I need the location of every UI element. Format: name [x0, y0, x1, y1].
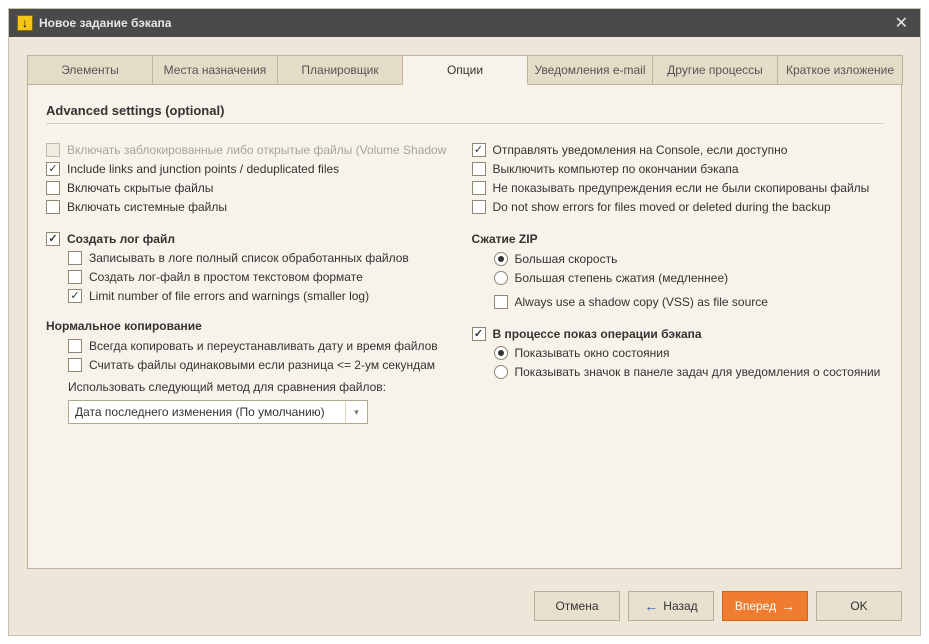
checkbox-log-full[interactable] [68, 251, 82, 265]
zip-vss-row[interactable]: Always use a shadow copy (VSS) as file s… [494, 295, 884, 309]
progress-window-row[interactable]: Показывать окно состояния [494, 346, 884, 360]
radio-zip-fast[interactable] [494, 252, 508, 266]
norm-2sec-row[interactable]: Считать файлы одинаковыми если разница <… [68, 358, 458, 372]
norm-head: Нормальное копирование [46, 319, 458, 333]
cancel-button[interactable]: Отмена [534, 591, 620, 621]
zip-head: Сжатие ZIP [472, 232, 884, 246]
opt-shutdown-row[interactable]: Выключить компьютер по окончании бэкапа [472, 162, 884, 176]
progress-head-row[interactable]: В процессе показ операции бэкапа [472, 327, 884, 341]
tab-processes[interactable]: Другие процессы [652, 55, 778, 85]
checkbox-hidden[interactable] [46, 181, 60, 195]
label-zip-fast: Большая скорость [515, 252, 618, 266]
ok-button[interactable]: OK [816, 591, 902, 621]
footer-buttons: Отмена Назад Вперед OK [9, 579, 920, 635]
checkbox-log[interactable] [46, 232, 60, 246]
section-title: Advanced settings (optional) [46, 103, 883, 124]
titlebar: ↓ Новое задание бэкапа ✕ [9, 9, 920, 37]
checkbox-links[interactable] [46, 162, 60, 176]
checkbox-norm-date[interactable] [68, 339, 82, 353]
label-blocked: Включать заблокированные либо открытые ф… [67, 143, 446, 157]
zip-small-row[interactable]: Большая степень сжатия (медленнее) [494, 271, 884, 285]
compare-method-value: Дата последнего изменения (По умолчанию) [75, 405, 325, 419]
log-head-row[interactable]: Создать лог файл [46, 232, 458, 246]
tab-summary[interactable]: Краткое изложение [777, 55, 903, 85]
compare-method-select[interactable]: Дата последнего изменения (По умолчанию)… [68, 400, 368, 424]
opt-links-row[interactable]: Include links and junction points / dedu… [46, 162, 458, 176]
window-title: Новое задание бэкапа [39, 16, 171, 30]
opt-hidden-row[interactable]: Включать скрытые файлы [46, 181, 458, 195]
checkbox-zip-vss[interactable] [494, 295, 508, 309]
norm-date-row[interactable]: Всегда копировать и переустанавливать да… [68, 339, 458, 353]
label-norm-2sec: Считать файлы одинаковыми если разница <… [89, 358, 435, 372]
label-log-head: Создать лог файл [67, 232, 175, 246]
dialog-window: ↓ Новое задание бэкапа ✕ Элементы Места … [8, 8, 921, 636]
label-console: Отправлять уведомления на Console, если … [493, 143, 788, 157]
checkbox-progress[interactable] [472, 327, 486, 341]
checkbox-shutdown[interactable] [472, 162, 486, 176]
checkbox-noerrors[interactable] [472, 200, 486, 214]
log-full-row[interactable]: Записывать в логе полный список обработа… [68, 251, 458, 265]
checkbox-console[interactable] [472, 143, 486, 157]
tab-destinations[interactable]: Места назначения [152, 55, 278, 85]
tab-strip: Элементы Места назначения Планировщик Оп… [9, 37, 920, 85]
tab-elements[interactable]: Элементы [27, 55, 153, 85]
chevron-down-icon: ▾ [345, 401, 367, 423]
opt-blocked-row: Включать заблокированные либо открытые ф… [46, 143, 458, 157]
close-icon[interactable]: ✕ [891, 13, 912, 33]
opt-nowarn-row[interactable]: Не показывать предупреждения если не был… [472, 181, 884, 195]
label-noerrors: Do not show errors for files moved or de… [493, 200, 831, 214]
tab-scheduler[interactable]: Планировщик [277, 55, 403, 85]
left-column: Включать заблокированные либо открытые ф… [46, 138, 458, 424]
opt-console-row[interactable]: Отправлять уведомления на Console, если … [472, 143, 884, 157]
label-progress-tray: Показывать значок в панеле задач для уве… [515, 365, 884, 379]
label-log-full: Записывать в логе полный список обработа… [89, 251, 409, 265]
label-links: Include links and junction points / dedu… [67, 162, 339, 176]
opt-noerrors-row[interactable]: Do not show errors for files moved or de… [472, 200, 884, 214]
checkbox-nowarn[interactable] [472, 181, 486, 195]
radio-zip-small[interactable] [494, 271, 508, 285]
back-button[interactable]: Назад [628, 591, 714, 621]
opt-system-row[interactable]: Включать системные файлы [46, 200, 458, 214]
label-progress-window: Показывать окно состояния [515, 346, 670, 360]
label-progress-head: В процессе показ операции бэкапа [493, 327, 702, 341]
tab-options[interactable]: Опции [402, 55, 528, 85]
log-plain-row[interactable]: Создать лог-файл в простом текстовом фор… [68, 270, 458, 284]
next-button[interactable]: Вперед [722, 591, 808, 621]
checkbox-system[interactable] [46, 200, 60, 214]
label-shutdown: Выключить компьютер по окончании бэкапа [493, 162, 739, 176]
progress-tray-row[interactable]: Показывать значок в панеле задач для уве… [494, 365, 884, 379]
tab-email[interactable]: Уведомления e-mail [527, 55, 653, 85]
label-log-plain: Создать лог-файл в простом текстовом фор… [89, 270, 363, 284]
label-norm-date: Всегда копировать и переустанавливать да… [89, 339, 438, 353]
arrow-left-icon [644, 598, 658, 614]
app-icon: ↓ [17, 15, 33, 31]
checkbox-log-plain[interactable] [68, 270, 82, 284]
checkbox-norm-2sec[interactable] [68, 358, 82, 372]
radio-progress-tray[interactable] [494, 365, 508, 379]
label-zip-small: Большая степень сжатия (медленнее) [515, 271, 729, 285]
label-nowarn: Не показывать предупреждения если не был… [493, 181, 870, 195]
arrow-right-icon [781, 598, 795, 614]
checkbox-log-limit[interactable] [68, 289, 82, 303]
label-zip-vss: Always use a shadow copy (VSS) as file s… [515, 295, 768, 309]
label-hidden: Включать скрытые файлы [67, 181, 213, 195]
checkbox-blocked [46, 143, 60, 157]
content-area: Advanced settings (optional) Включать за… [27, 85, 902, 569]
radio-progress-window[interactable] [494, 346, 508, 360]
right-column: Отправлять уведомления на Console, если … [472, 138, 884, 424]
label-system: Включать системные файлы [67, 200, 227, 214]
log-limit-row[interactable]: Limit number of file errors and warnings… [68, 289, 458, 303]
label-log-limit: Limit number of file errors and warnings… [89, 289, 369, 303]
norm-method-label: Использовать следующий метод для сравнен… [68, 380, 458, 394]
zip-fast-row[interactable]: Большая скорость [494, 252, 884, 266]
